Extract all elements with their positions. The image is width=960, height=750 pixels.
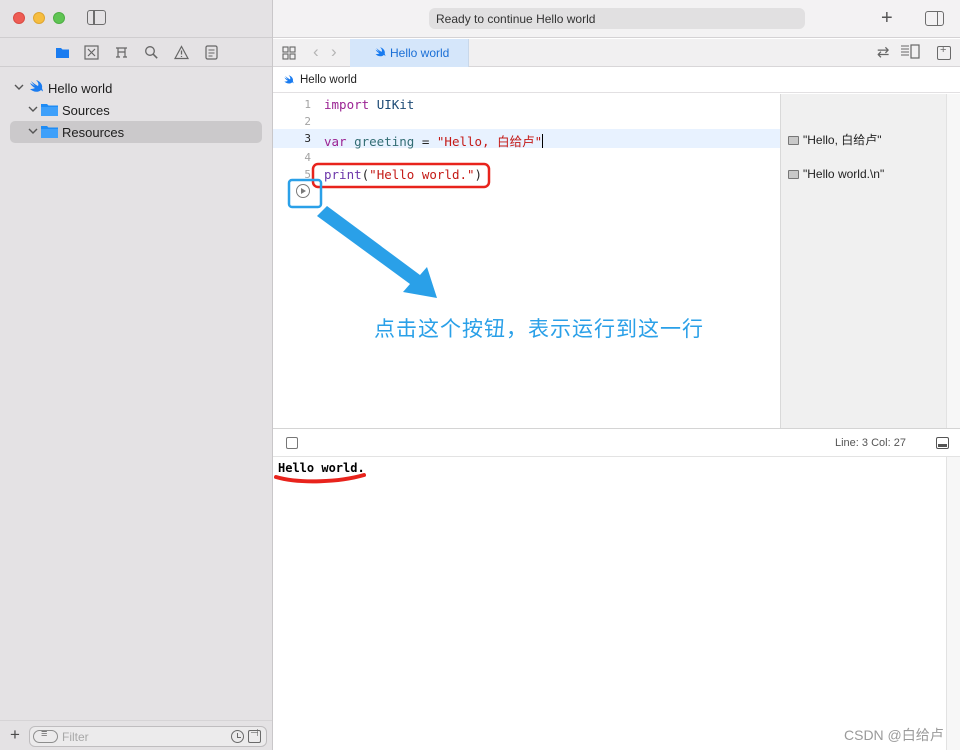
add-file-button[interactable]: + [10, 725, 20, 745]
editor-area: Ready to continue Hello world + ‹ › Hell… [273, 0, 960, 750]
tree-item-sources[interactable]: Sources [10, 99, 262, 121]
filter-options-icon[interactable] [33, 728, 58, 743]
line-number: 4 [304, 151, 311, 164]
sidebar-toggle-icon[interactable] [87, 10, 106, 25]
result-value: "Hello, 白给卢" [803, 133, 882, 147]
run-to-line-button[interactable] [296, 184, 310, 198]
console-scrollbar[interactable] [946, 457, 960, 750]
line-number: 2 [304, 115, 311, 128]
library-add-button[interactable]: + [881, 6, 893, 30]
editor-tab-bar: ‹ › Hello world ⇄ [273, 39, 960, 67]
filter-input[interactable] [62, 729, 212, 744]
console-toggle-icon[interactable] [936, 437, 949, 449]
watermark: CSDN @白给卢 [844, 727, 944, 743]
activity-status: Ready to continue Hello world [429, 8, 805, 29]
report-icon[interactable] [204, 45, 219, 60]
result-line-5[interactable]: "Hello world.\n" [788, 167, 884, 181]
result-line-3[interactable]: "Hello, 白给卢" [788, 131, 882, 148]
jump-bar-label: Hello world [300, 74, 357, 86]
tree-item-label: Hello world [48, 81, 113, 96]
window-toolbar: Ready to continue Hello world + [273, 0, 960, 38]
tab-label: Hello world [390, 46, 450, 60]
chevron-down-icon[interactable] [28, 126, 38, 136]
source-control-filter-icon[interactable] [248, 728, 261, 743]
code-editor[interactable]: 1 import UIKit 2 3 var greeting = "Hello… [273, 94, 780, 428]
swift-icon [375, 47, 386, 57]
navigator-filter-bar: + [0, 720, 272, 750]
warning-icon[interactable] [173, 45, 190, 60]
quick-look-icon[interactable] [788, 170, 799, 179]
inspector-toggle-icon[interactable] [925, 11, 944, 26]
tab-hello-world[interactable]: Hello world [350, 39, 469, 67]
folder-icon [41, 126, 58, 138]
cursor-position: Line: 3 Col: 27 [835, 437, 906, 449]
code-text: print("Hello world.") [324, 167, 483, 182]
add-editor-icon[interactable] [937, 44, 951, 60]
assistant-editor-icon[interactable] [900, 44, 920, 59]
window-close-button[interactable] [13, 12, 25, 24]
line-number: 1 [304, 98, 311, 111]
swift-icon [30, 80, 43, 92]
console-output: Hello world. [278, 461, 365, 475]
result-value: "Hello world.\n" [803, 167, 885, 181]
console-output-area[interactable]: Hello world. CSDN @白给卢 [273, 457, 946, 750]
results-sidebar: "Hello, 白给卢" "Hello world.\n" [780, 94, 946, 428]
search-icon[interactable] [144, 45, 159, 60]
tree-item-label: Sources [62, 103, 110, 118]
results-scrollbar[interactable] [946, 94, 960, 428]
navigator-sidebar: Hello world Sources Resources + [0, 0, 273, 750]
swap-icon[interactable]: ⇄ [877, 43, 890, 61]
folder-icon [41, 104, 58, 116]
jump-bar[interactable]: Hello world [273, 68, 960, 93]
source-control-icon[interactable] [84, 45, 99, 60]
tree-item-project[interactable]: Hello world [10, 77, 262, 99]
chevron-down-icon[interactable] [28, 104, 38, 114]
quick-look-icon[interactable] [788, 136, 799, 145]
navigator-tab-bar [0, 37, 272, 67]
grid-icon[interactable] [282, 46, 296, 60]
recent-files-icon[interactable] [231, 730, 244, 743]
code-line[interactable]: 5 print("Hello world.") [273, 165, 780, 184]
chevron-down-icon[interactable] [14, 82, 24, 92]
tree-item-resources[interactable]: Resources [10, 121, 262, 143]
line-number: 5 [304, 168, 311, 181]
window-zoom-button[interactable] [53, 12, 65, 24]
tree-item-label: Resources [62, 125, 125, 140]
window-minimize-button[interactable] [33, 12, 45, 24]
filter-field[interactable] [29, 726, 267, 747]
debug-bar: Line: 3 Col: 27 [273, 428, 960, 457]
symbol-navigator-icon[interactable] [114, 45, 129, 60]
swift-icon [284, 75, 294, 84]
folder-icon[interactable] [55, 45, 70, 60]
annotation-text: 点击这个按钮，表示运行到这一行 [374, 318, 704, 341]
code-line-current[interactable]: 3 var greeting = "Hello, 白给卢" [273, 129, 780, 149]
show-console-checkbox[interactable] [286, 437, 298, 449]
chevron-left-icon[interactable]: ‹ [313, 42, 319, 62]
chevron-right-icon[interactable]: › [331, 42, 337, 62]
code-text: import UIKit [324, 97, 415, 112]
line-number: 3 [304, 132, 311, 145]
